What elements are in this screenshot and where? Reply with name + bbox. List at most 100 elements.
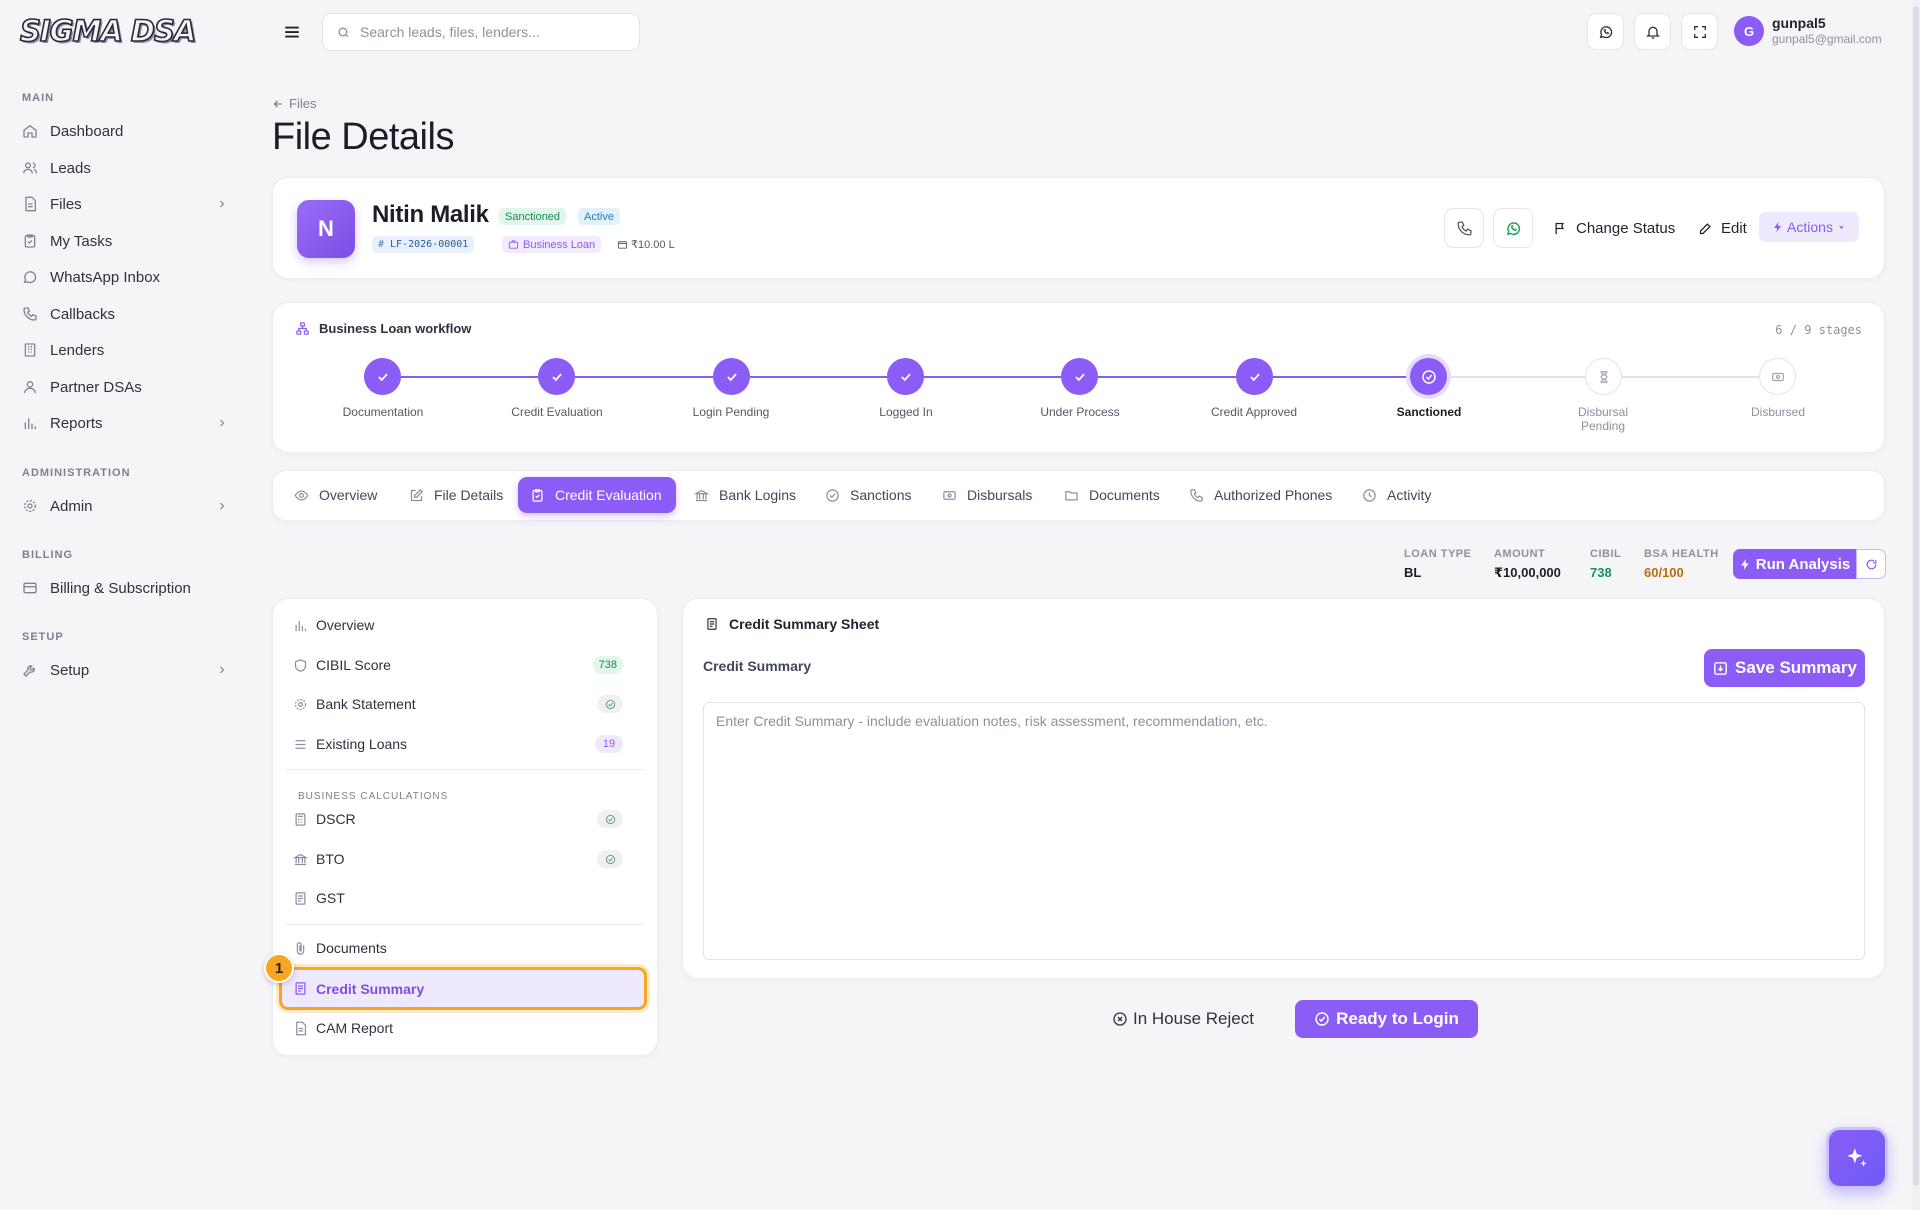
eval-nav-cam-report[interactable]: CAM Report	[293, 1013, 643, 1043]
gear-icon	[24, 500, 36, 512]
sidebar-section-billing: BILLING	[22, 549, 73, 561]
call-button[interactable]	[1444, 208, 1484, 248]
eval-nav-overview[interactable]: Overview	[293, 610, 643, 640]
stage-label: Login Pending	[692, 405, 770, 419]
breadcrumb[interactable]: Files	[272, 96, 316, 111]
stage-node-credit-evaluation[interactable]	[538, 358, 575, 395]
folder-icon	[1065, 490, 1078, 500]
scrollbar-thumb[interactable]	[1913, 6, 1919, 1186]
stat-cibil-label: CIBIL	[1590, 548, 1622, 560]
stage-node-disbursed[interactable]	[1759, 358, 1796, 395]
fullscreen-button[interactable]	[1681, 13, 1718, 50]
stage-count: 6 / 9 stages	[1775, 323, 1862, 337]
eval-nav-dscr[interactable]: DSCR	[293, 804, 643, 834]
change-status-button[interactable]: Change Status	[1553, 215, 1675, 241]
users-icon	[24, 381, 36, 394]
sidebar-item-setup[interactable]: Setup	[22, 655, 228, 685]
sidebar-item-billing[interactable]: Billing & Subscription	[22, 573, 228, 603]
stage-node-login-pending[interactable]	[713, 358, 750, 395]
file-id: LF-2026-00001	[390, 239, 469, 250]
stat-loan-type-label: LOAN TYPE	[1404, 548, 1472, 560]
save-icon	[1714, 661, 1727, 675]
sidebar-item-partner-dsas[interactable]: Partner DSAs	[22, 372, 228, 402]
tab-credit-evaluation[interactable]: Credit Evaluation	[518, 477, 676, 513]
ai-assistant-button[interactable]	[1826, 1127, 1888, 1189]
run-analysis-button[interactable]: Run Analysis	[1733, 549, 1856, 579]
tab-authorized-phones[interactable]: Authorized Phones	[1177, 477, 1344, 513]
tab-activity[interactable]: Activity	[1350, 477, 1443, 513]
stage-node-disbursal-pending[interactable]	[1585, 358, 1622, 395]
actions-dropdown[interactable]: Actions	[1759, 212, 1859, 242]
credit-summary-textarea[interactable]	[703, 702, 1865, 960]
page-title: File Details	[272, 116, 454, 158]
refresh-analysis-button[interactable]	[1856, 549, 1886, 579]
tab-disbursals[interactable]: Disbursals	[930, 477, 1044, 513]
cash-icon	[1771, 372, 1784, 381]
edit-label: Edit	[1721, 219, 1747, 237]
credit-card-icon	[23, 582, 37, 594]
tab-sanctions[interactable]: Sanctions	[813, 477, 923, 513]
file-header-card: N Nitin Malik Sanctioned Active # LF-202…	[272, 177, 1885, 279]
in-house-reject-label: In House Reject	[1133, 1009, 1254, 1028]
eval-nav-label: CIBIL Score	[316, 657, 391, 673]
tab-documents[interactable]: Documents	[1052, 477, 1172, 513]
loan-amount-short: ₹10.00 L	[631, 239, 675, 251]
workflow-title: Business Loan workflow	[295, 321, 471, 336]
sidebar-item-lenders[interactable]: Lenders	[22, 335, 228, 365]
save-summary-label: Save Summary	[1735, 658, 1857, 677]
tab-bank-logins[interactable]: Bank Logins	[682, 477, 808, 513]
clipboard-icon	[24, 234, 36, 248]
app-logo[interactable]: SIGMA DSA	[19, 13, 197, 49]
sidebar-item-admin[interactable]: Admin	[22, 491, 228, 521]
sidebar-item-files[interactable]: Files	[22, 189, 228, 219]
phone-icon	[1190, 488, 1203, 502]
edit-button[interactable]: Edit	[1698, 215, 1747, 241]
sidebar-item-dashboard[interactable]: Dashboard	[22, 116, 228, 146]
tab-file-details[interactable]: File Details	[397, 477, 515, 513]
whatsapp-icon	[1599, 25, 1612, 38]
phone-icon	[23, 307, 37, 321]
user-name[interactable]: gunpal5	[1772, 15, 1826, 31]
whatsapp-button[interactable]	[1587, 13, 1624, 50]
stage-node-sanctioned[interactable]	[1410, 358, 1447, 395]
menu-toggle-button[interactable]	[274, 14, 310, 50]
chevron-down-icon	[1839, 225, 1844, 229]
notifications-button[interactable]	[1634, 13, 1671, 50]
eval-nav-documents[interactable]: Documents	[293, 933, 643, 963]
sidebar-section-setup: SETUP	[22, 631, 64, 643]
eval-nav-gst[interactable]: GST	[293, 883, 643, 913]
whatsapp-message-button[interactable]	[1493, 208, 1533, 248]
breadcrumb-files[interactable]: Files	[289, 96, 316, 111]
eval-nav-bto[interactable]: BTO	[293, 844, 643, 874]
user-avatar[interactable]: G	[1734, 16, 1764, 46]
eye-icon	[294, 489, 309, 501]
phone-icon	[1456, 220, 1472, 236]
eval-nav-cibil-score[interactable]: CIBIL Score 738	[293, 650, 643, 680]
sidebar-item-my-tasks[interactable]: My Tasks	[22, 226, 228, 256]
save-summary-button[interactable]: Save Summary	[1704, 649, 1865, 687]
search-input[interactable]	[360, 24, 630, 40]
stage-node-under-process[interactable]	[1061, 358, 1098, 395]
sidebar-item-reports[interactable]: Reports	[22, 408, 228, 438]
stage-node-logged-in[interactable]	[887, 358, 924, 395]
ready-to-login-button[interactable]: Ready to Login	[1295, 1000, 1478, 1038]
global-search[interactable]	[322, 13, 640, 51]
sidebar-item-callbacks[interactable]: Callbacks	[22, 299, 228, 329]
bto-check-badge	[597, 850, 623, 868]
eval-nav-bank-statement[interactable]: Bank Statement	[293, 689, 643, 719]
stage-node-documentation[interactable]	[364, 358, 401, 395]
sidebar-item-leads[interactable]: Leads	[22, 153, 228, 183]
credit-summary-title-text: Credit Summary Sheet	[729, 616, 880, 632]
user-email: gunpal5@gmail.com	[1772, 32, 1882, 46]
calculator-icon	[295, 812, 306, 826]
building-icon	[24, 343, 36, 357]
eval-nav-existing-loans[interactable]: Existing Loans 19	[293, 729, 643, 759]
eval-nav-label: GST	[316, 890, 345, 906]
in-house-reject-button[interactable]: In House Reject	[1112, 1006, 1254, 1032]
sidebar-item-whatsapp-inbox[interactable]: WhatsApp Inbox	[22, 262, 228, 292]
tab-overview[interactable]: Overview	[282, 477, 389, 513]
eval-nav-credit-summary[interactable]: Credit Summary	[279, 967, 647, 1010]
stat-amount-label: AMOUNT	[1494, 548, 1546, 560]
workflow-icon	[296, 322, 309, 335]
stage-node-credit-approved[interactable]	[1236, 358, 1273, 395]
